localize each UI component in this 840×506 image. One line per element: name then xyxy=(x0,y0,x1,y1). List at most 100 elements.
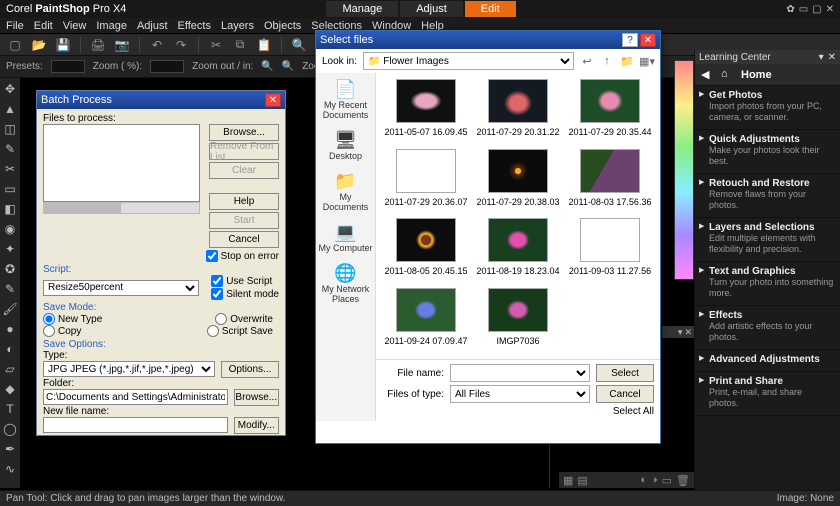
views-icon[interactable]: ▦▾ xyxy=(640,54,654,68)
lighten-tool-icon[interactable]: ◐ xyxy=(3,342,17,356)
file-thumbnail[interactable]: 2011-07-29 20.38.03 xyxy=(474,149,562,215)
remove-from-list-button[interactable]: Remove From List xyxy=(209,143,279,160)
zoompct-field[interactable] xyxy=(150,60,184,73)
new-file-name-input[interactable] xyxy=(43,417,228,433)
places-item[interactable]: 📄My Recent Documents xyxy=(318,77,374,121)
materials-palette-gradient[interactable] xyxy=(674,60,694,280)
tabview-opt4-icon[interactable]: 🗑 xyxy=(676,474,690,487)
menu-effects[interactable]: Effects xyxy=(178,20,211,32)
tabview-grid-icon[interactable]: ▦ xyxy=(563,474,573,487)
straighten-tool-icon[interactable]: ▭ xyxy=(3,182,17,196)
zoom-in-icon[interactable]: 🔍 xyxy=(282,61,294,72)
browse-button[interactable]: Browse... xyxy=(209,124,279,141)
options-button[interactable]: Options... xyxy=(221,361,279,378)
tabview-opt2-icon[interactable]: ◑ xyxy=(651,474,658,486)
type-dropdown[interactable]: JPG JPEG (*.jpg,*.jif,*.jpe,*.jpeg) xyxy=(43,361,215,377)
zoom-icon[interactable]: 🔍 xyxy=(288,36,310,54)
home-icon[interactable]: ⌂ xyxy=(721,68,735,82)
crop-tool-icon[interactable]: ✂ xyxy=(3,162,17,176)
dropper-tool-icon[interactable]: ✎ xyxy=(3,142,17,156)
folder-input[interactable] xyxy=(43,389,228,405)
select-files-help-icon[interactable]: ? xyxy=(622,33,638,47)
presets-dropdown[interactable] xyxy=(51,60,85,73)
close-icon[interactable]: ✕ xyxy=(826,4,834,15)
learning-item[interactable]: Print and SharePrint, e-mail, and share … xyxy=(695,372,840,416)
print-icon[interactable]: 🖨 xyxy=(87,36,109,54)
menu-view[interactable]: View xyxy=(63,20,87,32)
paintbrush-tool-icon[interactable]: 🖌 xyxy=(3,302,17,316)
undo-icon[interactable]: ↶ xyxy=(146,36,168,54)
panel-close-icon[interactable]: ✕ xyxy=(684,327,692,338)
files-of-type-dropdown[interactable]: All Files xyxy=(450,385,590,403)
cancel-button[interactable]: Cancel xyxy=(209,231,279,248)
learning-home-row[interactable]: ◀ ⌂ Home xyxy=(695,64,840,86)
maximize-icon[interactable]: ▢ xyxy=(812,4,821,15)
file-thumbnail[interactable]: IMGP7036 xyxy=(474,288,562,354)
redeye-tool-icon[interactable]: ◉ xyxy=(3,222,17,236)
file-thumbnail[interactable]: 2011-08-19 18.23.04 xyxy=(474,218,562,284)
learning-item[interactable]: Quick AdjustmentsMake your photos look t… xyxy=(695,130,840,174)
file-thumbnail[interactable]: 2011-07-29 20.36.07 xyxy=(382,149,470,215)
eraser-tool-icon[interactable]: ▱ xyxy=(3,362,17,376)
cut-icon[interactable]: ✂ xyxy=(205,36,227,54)
new-icon[interactable]: ▢ xyxy=(4,36,26,54)
places-item[interactable]: 💻My Computer xyxy=(318,215,374,259)
panel-menu-icon[interactable]: ▾ xyxy=(678,327,683,338)
look-in-dropdown[interactable]: 📁 Flower Images xyxy=(363,52,574,70)
file-name-input[interactable] xyxy=(450,364,590,382)
tab-adjust[interactable]: Adjust xyxy=(400,1,463,17)
paste-icon[interactable]: 📋 xyxy=(253,36,275,54)
pointer-tool-icon[interactable]: ▲ xyxy=(3,102,17,116)
new-folder-icon[interactable]: 📁 xyxy=(620,54,634,68)
file-thumbnail[interactable]: 2011-07-29 20.31.22 xyxy=(474,79,562,145)
select-files-close-icon[interactable]: ✕ xyxy=(640,33,656,47)
places-item[interactable]: 📁My Documents xyxy=(318,169,374,213)
airbrush-tool-icon[interactable]: ● xyxy=(3,322,17,336)
menu-layers[interactable]: Layers xyxy=(221,20,254,32)
fill-tool-icon[interactable]: ◆ xyxy=(3,382,17,396)
shape-tool-icon[interactable]: ◯ xyxy=(3,422,17,436)
tabview-list-icon[interactable]: ▤ xyxy=(577,474,587,487)
panel-dropdown-icon[interactable]: ▾ xyxy=(819,52,824,63)
folder-browse-button[interactable]: Browse... xyxy=(234,389,279,406)
select-button[interactable]: Select xyxy=(596,364,654,382)
menu-adjust[interactable]: Adjust xyxy=(137,20,168,32)
pen-tool-icon[interactable]: ✒ xyxy=(3,442,17,456)
help-button[interactable]: Help xyxy=(209,193,279,210)
deform-tool-icon[interactable]: ◧ xyxy=(3,202,17,216)
places-item[interactable]: 🌐My Network Places xyxy=(318,261,374,305)
zoom-out-icon[interactable]: 🔍 xyxy=(261,61,273,72)
panel-close-icon[interactable]: ✕ xyxy=(828,52,836,63)
file-thumbnail[interactable]: 2011-09-03 11.27.56 xyxy=(566,218,654,284)
learning-item[interactable]: Text and GraphicsTurn your photo into so… xyxy=(695,262,840,306)
use-script-checkbox[interactable]: Use Script xyxy=(211,275,279,287)
selection-tool-icon[interactable]: ◫ xyxy=(3,122,17,136)
clear-button[interactable]: Clear xyxy=(209,162,279,179)
twain-icon[interactable]: 📷 xyxy=(111,36,133,54)
file-thumbnail[interactable]: 2011-08-05 20.45.15 xyxy=(382,218,470,284)
file-thumbnail[interactable]: 2011-07-29 20.35.44 xyxy=(566,79,654,145)
new-type-radio[interactable]: New Type xyxy=(43,313,102,325)
silent-mode-checkbox[interactable]: Silent mode xyxy=(211,288,279,300)
stop-on-error-checkbox[interactable]: Stop on error xyxy=(206,250,279,262)
clone-tool-icon[interactable]: ✪ xyxy=(3,262,17,276)
cancel-select-button[interactable]: Cancel xyxy=(596,385,654,403)
tabview-opt1-icon[interactable]: ◐ xyxy=(640,474,647,486)
tab-manage[interactable]: Manage xyxy=(326,1,398,17)
text-tool-icon[interactable]: T xyxy=(3,402,17,416)
menu-file[interactable]: File xyxy=(6,20,24,32)
batch-close-icon[interactable]: ✕ xyxy=(265,93,281,107)
save-icon[interactable]: 💾 xyxy=(52,36,74,54)
files-listbox[interactable] xyxy=(43,124,200,202)
up-icon[interactable]: ↑ xyxy=(600,54,614,68)
select-files-titlebar[interactable]: Select files ? ✕ xyxy=(316,31,660,49)
open-icon[interactable]: 📂 xyxy=(28,36,50,54)
learning-item[interactable]: Advanced Adjustments xyxy=(695,350,840,372)
learning-item[interactable]: Layers and SelectionsEdit multiple eleme… xyxy=(695,218,840,262)
warp-tool-icon[interactable]: ∿ xyxy=(3,462,17,476)
back-icon[interactable]: ↩ xyxy=(580,54,594,68)
window-icon[interactable]: ✿ xyxy=(786,4,794,15)
menu-image[interactable]: Image xyxy=(96,20,127,32)
file-thumbnail[interactable]: 2011-05-07 16.09.45 xyxy=(382,79,470,145)
files-scrollbar[interactable] xyxy=(43,202,200,214)
